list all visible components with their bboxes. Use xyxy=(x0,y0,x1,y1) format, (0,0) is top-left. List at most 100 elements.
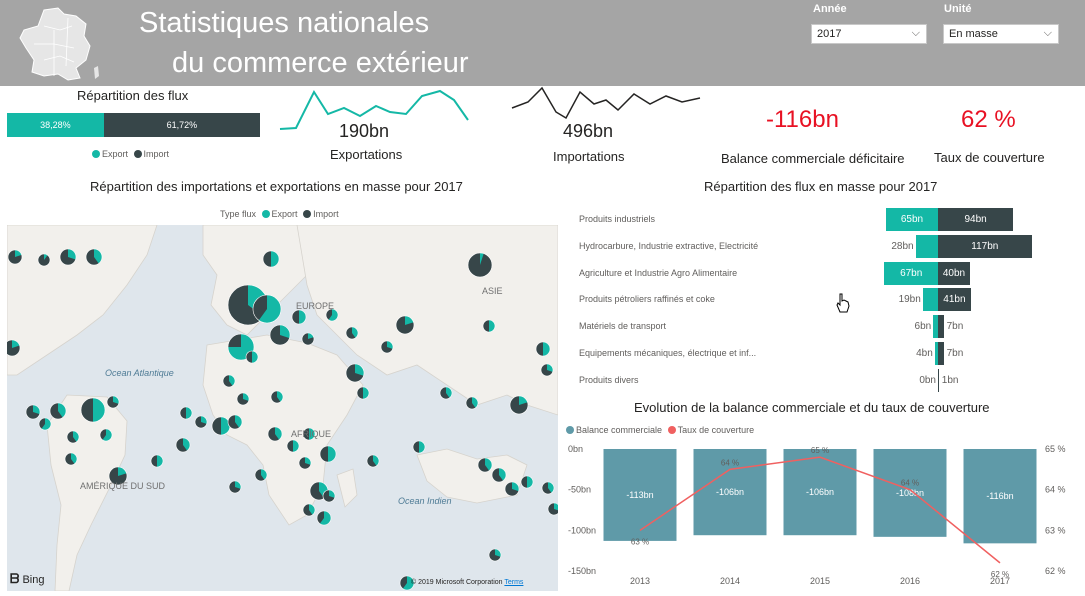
imports-value: 496bn xyxy=(563,121,614,141)
map-legend-export: Export xyxy=(271,209,298,219)
y-right-tick: 64 % xyxy=(1045,485,1066,495)
export-legend-dot xyxy=(92,150,100,158)
flow-row[interactable]: Matériels de transport 6bn 7bn xyxy=(560,315,1080,339)
map-legend-import: Import xyxy=(313,209,339,219)
unit-dropdown[interactable]: En masse ⌵ xyxy=(943,24,1059,44)
header-bar: Statistiques nationales du commerce exté… xyxy=(0,0,1085,86)
flow-row[interactable]: Produits pétroliers raffinés et coke 19bn… xyxy=(560,288,1080,312)
flow-row[interactable]: Agriculture et Industrie Agro Alimentair… xyxy=(560,261,1080,285)
chevron-down-icon: ⌵ xyxy=(1043,27,1052,39)
balance-bar-label: -106bn xyxy=(806,487,834,497)
x-tick: 2016 xyxy=(900,576,920,586)
flow-import-value: 1bn xyxy=(941,374,959,386)
map-label-amsud: AMÉRIQUE DU SUD xyxy=(80,481,166,491)
combo-legend-coverage: Taux de couverture xyxy=(677,425,755,435)
flow-export-value: 0bn xyxy=(919,374,936,386)
flows-chart: Produits industriels 65bn 94bn Hydrocarbure… xyxy=(560,205,1080,395)
balance-bar-label: -113bn xyxy=(626,490,653,500)
exports-value: 190bn xyxy=(339,121,390,141)
map-label-europe: EUROPE xyxy=(296,301,335,311)
coverage-point-label: 65 % xyxy=(811,446,829,455)
flux-import-segment[interactable]: 61,72% xyxy=(103,113,260,137)
combo-title: Evolution de la balance commerciale et d… xyxy=(634,400,990,415)
chevron-down-icon: ⌵ xyxy=(911,27,920,39)
map-canvas xyxy=(7,225,558,591)
combo-chart[interactable]: 0bn -50bn -100bn -150bn 65 % 64 % 63 % 62 % -113… xyxy=(560,438,1080,592)
map-copyright: © 2019 Microsoft Corporation Terms xyxy=(411,579,523,586)
flow-import-bar[interactable] xyxy=(938,342,944,365)
x-tick: 2013 xyxy=(630,576,650,586)
flow-import-value: 94bn xyxy=(964,214,987,225)
flux-stacked-bar[interactable]: 38,28% 61,72% xyxy=(7,113,260,137)
coverage-point-label: 64 % xyxy=(901,479,919,488)
map-legend-title: Type flux xyxy=(220,209,257,219)
page-title-line2: du commerce extérieur xyxy=(172,47,469,79)
year-dropdown-value: 2017 xyxy=(817,28,842,40)
unit-filter-label: Unité xyxy=(944,3,972,15)
flow-row-label: Hydrocarbure, Industrie extractive, Elec… xyxy=(579,240,759,251)
coverage-point-label: 63 % xyxy=(631,537,649,546)
flow-row-label: Matériels de transport xyxy=(579,321,667,332)
flow-row-label: Produits industriels xyxy=(579,214,656,224)
flow-import-value: 40bn xyxy=(942,267,966,279)
balance-value: -116bn xyxy=(766,106,839,133)
y-right-tick: 63 % xyxy=(1045,525,1066,535)
flux-export-segment[interactable]: 38,28% xyxy=(7,113,104,137)
x-tick: 2014 xyxy=(720,576,740,586)
y-left-tick: -150bn xyxy=(568,566,596,576)
flux-legend: Export Import xyxy=(92,149,169,159)
flow-row-label: Produits pétroliers raffinés et coke xyxy=(579,294,715,305)
map-label-atlantic: Ocean Atlantique xyxy=(105,368,174,378)
coverage-point-label: 62 % xyxy=(991,570,1009,579)
flow-import-value: 117bn xyxy=(971,240,999,252)
year-filter-label: Année xyxy=(813,3,847,15)
flow-row[interactable]: Produits divers 0bn 1bn xyxy=(560,368,1080,392)
map-terms-link[interactable]: Terms xyxy=(504,579,523,586)
flow-row-label: Produits divers xyxy=(579,374,639,385)
bing-icon: ᗷ xyxy=(10,571,20,586)
balance-bar-label: -116bn xyxy=(986,491,1013,501)
flow-export-value: 65bn xyxy=(900,214,924,225)
coverage-label: Taux de couverture xyxy=(934,150,1045,165)
flow-import-value: 41bn xyxy=(943,294,966,306)
coverage-point-label: 64 % xyxy=(721,458,739,467)
flow-export-value: 19bn xyxy=(898,294,921,306)
y-left-tick: -50bn xyxy=(568,485,591,495)
import-legend-dot xyxy=(303,210,312,218)
flow-export-bar[interactable] xyxy=(915,234,938,258)
coverage-legend-dot xyxy=(667,426,676,434)
coverage-value: 62 % xyxy=(961,106,1016,133)
flow-row[interactable]: Hydrocarbure, Industrie extractive, Elec… xyxy=(560,234,1080,258)
balance-bar-label: -106bn xyxy=(716,487,744,497)
combo-legend: Balance commerciale Taux de couverture xyxy=(566,425,754,435)
flow-import-bar[interactable] xyxy=(938,315,944,339)
map-label-indian: Ocean Indien xyxy=(398,496,452,506)
x-tick: 2015 xyxy=(810,576,830,586)
y-left-tick: -100bn xyxy=(568,525,596,535)
flow-import-bar[interactable] xyxy=(938,368,939,392)
combo-legend-balance: Balance commerciale xyxy=(576,425,663,435)
flow-row-label: Agriculture et Industrie Agro Alimentair… xyxy=(579,267,738,278)
exports-label: Exportations xyxy=(330,147,403,162)
france-map-icon xyxy=(19,7,99,81)
unit-dropdown-value: En masse xyxy=(949,28,998,40)
cursor-hand-icon xyxy=(836,293,850,313)
flow-import-value: 7bn xyxy=(946,348,964,359)
world-map[interactable]: Ocean Atlantique Ocean Indien EUROPE ASI… xyxy=(7,225,558,591)
map-label-asie: ASIE xyxy=(482,286,503,296)
flow-export-bar[interactable] xyxy=(922,288,938,312)
flow-export-value: 4bn xyxy=(916,348,933,359)
export-legend-dot xyxy=(261,210,270,218)
flux-legend-export: Export xyxy=(102,149,129,159)
flow-row[interactable]: Equipements mécaniques, électrique et in… xyxy=(560,342,1080,365)
flow-export-value: 6bn xyxy=(914,321,932,333)
page-title-line1: Statistiques nationales xyxy=(139,7,430,39)
balance-label: Balance commerciale déficitaire xyxy=(721,151,905,166)
y-right-tick: 62 % xyxy=(1045,566,1066,576)
year-dropdown[interactable]: 2017 ⌵ xyxy=(811,24,927,44)
map-title: Répartition des importations et exportat… xyxy=(90,179,463,194)
import-legend-dot xyxy=(133,150,142,158)
flow-row[interactable]: Produits industriels 65bn 94bn xyxy=(560,208,1080,231)
flow-export-value: 28bn xyxy=(891,240,914,252)
imports-label: Importations xyxy=(553,149,625,164)
